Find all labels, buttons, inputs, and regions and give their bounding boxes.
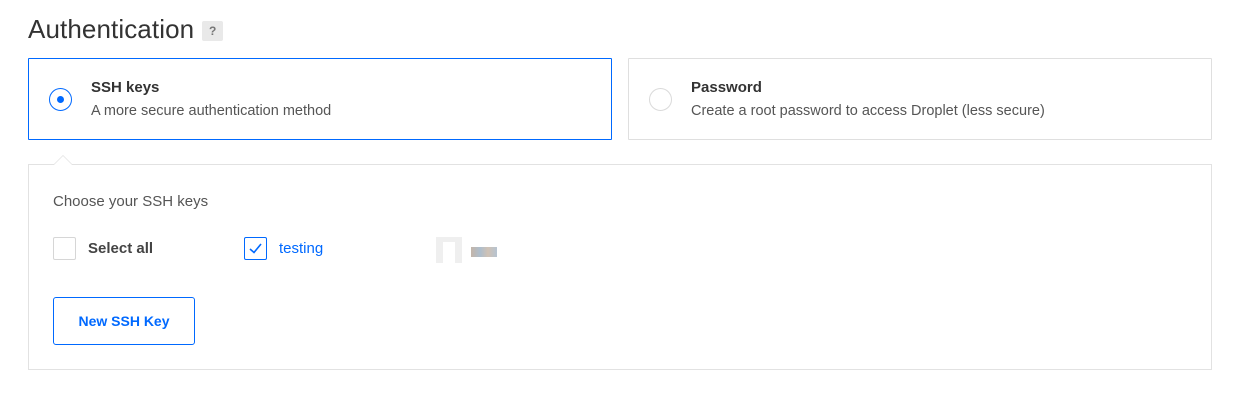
password-title: Password [691, 79, 762, 96]
section-header: Authentication ? [28, 14, 224, 45]
ssh-keys-description: A more secure authentication method [91, 103, 332, 119]
ssh-keys-panel: Choose your SSH keys Select all testing … [28, 155, 1212, 370]
ssh-keys-text: SSH keys A more secure authentication me… [91, 79, 331, 119]
ssh-key-item-testing[interactable]: testing [244, 237, 323, 260]
select-all-label: Select all [88, 240, 154, 257]
ssh-key-testing-label: testing [279, 240, 324, 257]
ssh-keys-title: SSH keys [91, 79, 160, 96]
select-all-checkbox[interactable] [53, 237, 76, 260]
ssh-keys-option[interactable]: SSH keys A more secure authentication me… [28, 58, 612, 140]
ssh-keys-radio[interactable] [49, 88, 72, 111]
password-text: Password Create a root password to acces… [691, 79, 1045, 119]
checkmark-icon [249, 243, 262, 254]
section-title: Authentication [28, 14, 195, 44]
password-radio[interactable] [649, 88, 672, 111]
help-icon[interactable]: ? [202, 21, 224, 41]
password-option[interactable]: Password Create a root password to acces… [628, 58, 1212, 140]
redacted-key-item [436, 237, 502, 263]
ssh-keys-heading: Choose your SSH keys [53, 193, 209, 210]
password-description: Create a root password to access Droplet… [691, 103, 1045, 119]
new-ssh-key-button[interactable]: New SSH Key [53, 297, 195, 345]
redacted-label-image [471, 247, 497, 257]
authentication-section: Authentication ? SSH keys A more secure … [0, 0, 1258, 401]
redacted-checkbox-image [436, 237, 462, 263]
ssh-key-testing-checkbox[interactable] [244, 237, 267, 260]
select-all-checkbox-item[interactable]: Select all [53, 237, 153, 260]
